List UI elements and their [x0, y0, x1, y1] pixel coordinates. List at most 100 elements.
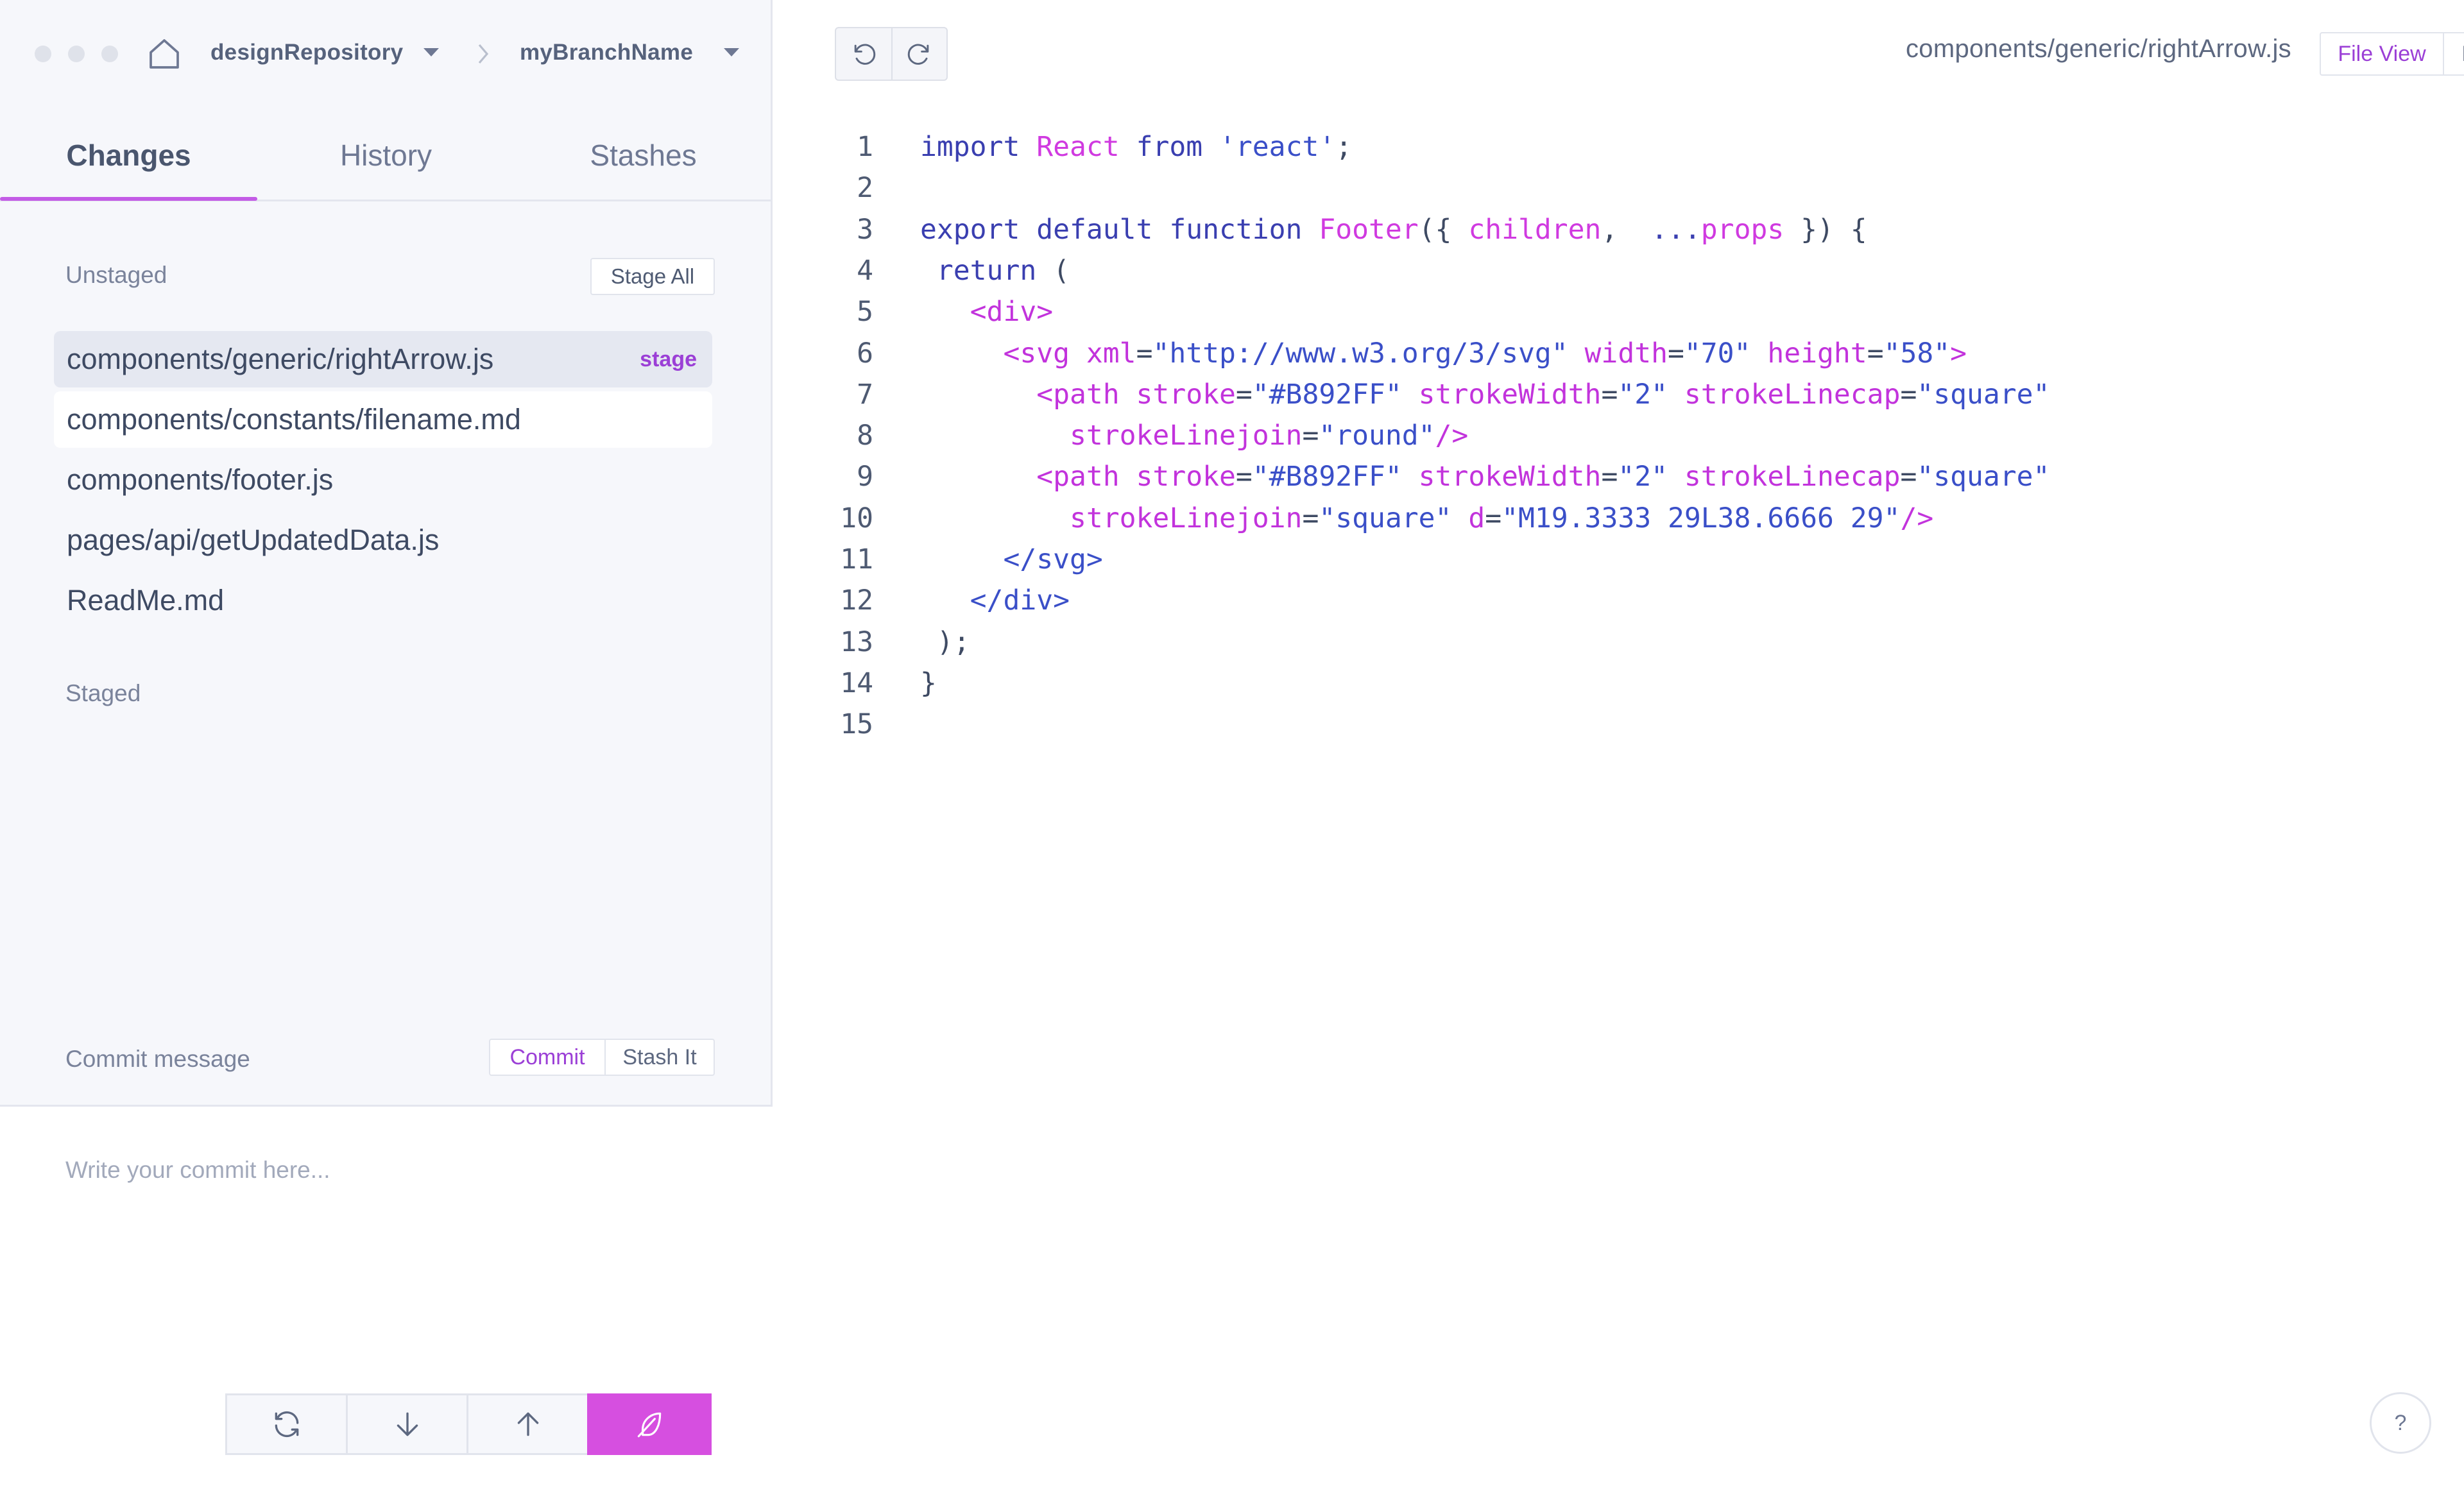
code-token: 'react' [1219, 131, 1336, 163]
code-token: children [1468, 213, 1602, 246]
repository-chevron-down-icon[interactable] [424, 48, 439, 56]
line-number: 11 [840, 543, 873, 575]
commit-action-button[interactable] [587, 1393, 712, 1455]
tab-changes[interactable]: Changes [0, 109, 257, 201]
unstaged-file-item[interactable]: pages/api/getUpdatedData.js [54, 512, 712, 568]
help-button[interactable]: ? [2370, 1392, 2431, 1454]
code-token: "#B892FF" [1252, 461, 1419, 493]
code-token: <path [920, 378, 1136, 411]
line-content: ); [920, 626, 970, 658]
code-token: strokeWidth [1418, 378, 1602, 411]
code-token: = [1900, 378, 1917, 411]
line-content: </div> [920, 584, 1070, 617]
commit-mode-toggle: Commit Stash It [489, 1039, 715, 1076]
window-close-dot[interactable] [35, 46, 51, 62]
code-token: = [1601, 378, 1618, 411]
redo-button[interactable] [891, 28, 946, 80]
stage-all-button[interactable]: Stage All [590, 258, 715, 295]
code-line: 11 </svg> [774, 539, 1103, 580]
code-line: 14} [774, 663, 937, 704]
line-content: <path stroke="#B892FF" strokeWidth="2" s… [920, 461, 2049, 493]
line-number: 10 [840, 502, 873, 534]
branch-selector[interactable]: myBranchName [520, 40, 693, 65]
line-number: 1 [857, 131, 873, 163]
line-number: 3 [857, 213, 873, 246]
code-token: stroke [1136, 378, 1236, 411]
line-content: <path stroke="#B892FF" strokeWidth="2" s… [920, 379, 2049, 411]
code-token: ({ [1418, 213, 1469, 246]
push-button[interactable] [466, 1393, 589, 1455]
code-token: d [1468, 502, 1485, 534]
branch-chevron-down-icon[interactable] [724, 48, 739, 56]
file-view-button[interactable]: File View [2321, 33, 2443, 74]
undo-redo-group [835, 27, 948, 81]
diff-view-button[interactable]: Diff View [2443, 33, 2464, 74]
code-line: 13 ); [774, 622, 970, 663]
code-token: width [1584, 337, 1668, 370]
tab-history[interactable]: History [257, 109, 515, 201]
commit-message-label: Commit message [65, 1046, 250, 1072]
unstaged-label: Unstaged [65, 262, 167, 288]
line-number: 12 [840, 584, 873, 617]
code-token: "2" [1618, 378, 1684, 411]
code-token: React [1036, 131, 1136, 163]
unstaged-file-item[interactable]: components/footer.js [54, 452, 712, 508]
code-token: props [1700, 213, 1801, 246]
code-line: 8 strokeLinejoin="round"/> [774, 415, 1468, 456]
code-line: 7 <path stroke="#B892FF" strokeWidth="2"… [774, 374, 2049, 415]
code-token: strokeLinejoin [920, 420, 1303, 452]
unstaged-file-item[interactable]: components/generic/rightArrow.js stage [54, 331, 712, 387]
unstaged-file-item[interactable]: ReadMe.md [54, 572, 712, 629]
current-file-path: components/generic/rightArrow.js [1906, 35, 2291, 63]
code-token: "M19.3333 29L38.6666 29" [1502, 502, 1901, 534]
editor-pane: components/generic/rightArrow.js File Vi… [774, 0, 2464, 1498]
code-token: = [1601, 461, 1618, 493]
stage-file-button[interactable]: stage [640, 347, 697, 372]
line-number: 7 [857, 378, 873, 411]
commit-button[interactable]: Commit [490, 1040, 604, 1075]
code-token: = [1668, 337, 1684, 370]
code-line: 3 export default function Footer({ childr… [774, 209, 1867, 250]
home-icon[interactable] [146, 36, 182, 72]
line-content: return ( [920, 255, 1070, 287]
code-line: 12 </div> [774, 580, 1070, 621]
code-token: "round" [1319, 420, 1435, 452]
line-content: <div> [920, 296, 1053, 328]
arrow-down-icon [397, 1412, 418, 1436]
stash-it-button[interactable]: Stash It [604, 1040, 714, 1075]
fetch-button[interactable] [225, 1393, 348, 1455]
repository-selector[interactable]: designRepository [210, 40, 403, 65]
code-token: }) { [1801, 213, 1867, 246]
window-maximize-dot[interactable] [101, 46, 118, 62]
line-number: 8 [857, 420, 873, 452]
code-token: export default function [920, 213, 1319, 246]
code-token: = [1235, 378, 1253, 411]
file-name: components/constants/filename.md [67, 403, 521, 436]
code-token: strokeLinecap [1684, 378, 1901, 411]
window-minimize-dot[interactable] [68, 46, 85, 62]
unstaged-file-item[interactable]: components/constants/filename.md [54, 391, 712, 448]
code-token: <path [920, 461, 1136, 493]
code-token: <svg [920, 337, 1086, 370]
tab-stashes[interactable]: Stashes [515, 109, 772, 201]
line-content: <svg xml="http://www.w3.org/3/svg" width… [920, 337, 1967, 370]
file-name: components/footer.js [67, 463, 334, 496]
line-number: 13 [840, 626, 873, 658]
code-token: height [1767, 337, 1867, 370]
code-token: "70" [1684, 337, 1768, 370]
feather-icon [637, 1412, 662, 1438]
code-token: "2" [1618, 461, 1684, 493]
active-tab-indicator [0, 197, 257, 201]
file-name: components/generic/rightArrow.js [67, 343, 494, 375]
pull-button[interactable] [346, 1393, 468, 1455]
line-number: 5 [857, 296, 873, 328]
code-token: = [1136, 337, 1153, 370]
commit-message-input[interactable] [54, 1145, 715, 1338]
code-token: = [1235, 461, 1253, 493]
code-token: "square" [1917, 461, 2050, 493]
code-token: strokeLinecap [1684, 461, 1901, 493]
code-token: /> [1435, 420, 1469, 452]
undo-button[interactable] [836, 28, 891, 80]
sidebar-tabs: Changes History Stashes [0, 109, 773, 201]
code-token: stroke [1136, 461, 1236, 493]
